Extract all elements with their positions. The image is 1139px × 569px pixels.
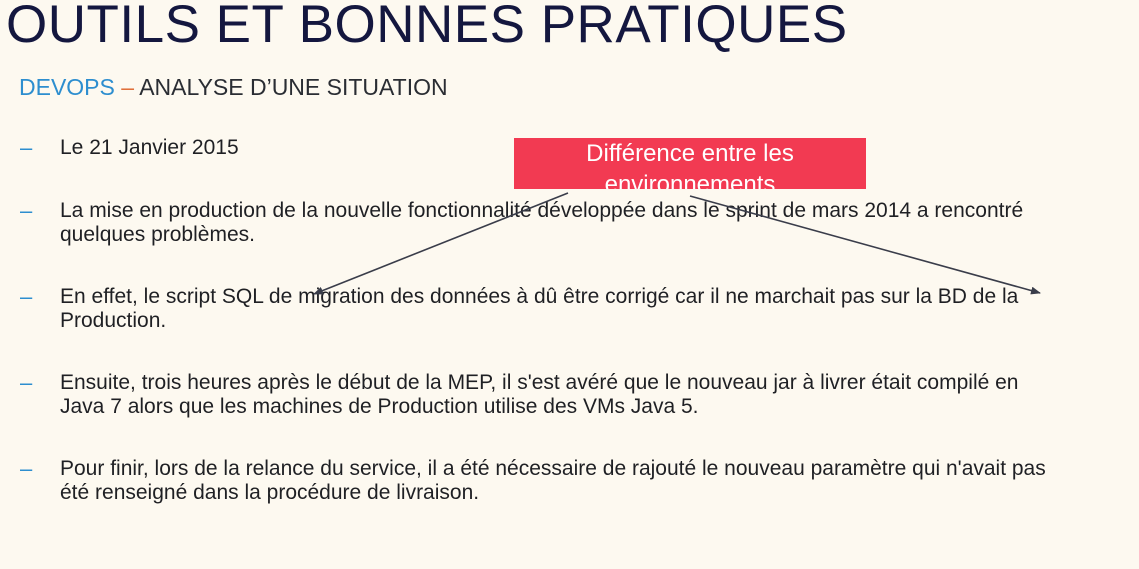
bullet-text: Ensuite, trois heures après le début de … (60, 371, 1019, 418)
bullet-marker: – (20, 198, 33, 223)
bullet-marker: – (20, 370, 33, 395)
bullet-marker: – (20, 456, 33, 481)
callout-box: Différence entre les environnements (514, 138, 866, 189)
bullet-list: – Le 21 Janvier 2015 – La mise en produc… (0, 0, 1139, 569)
bullet-text: En effet, le script SQL de migration des… (60, 285, 1019, 332)
bullet-marker: – (20, 135, 33, 160)
bullet-marker: – (20, 284, 33, 309)
slide: OUTILS ET BONNES PRATIQUES DEVOPS – ANAL… (0, 0, 1139, 569)
bullet-text: La mise en production de la nouvelle fon… (60, 199, 1024, 246)
callout-text: Différence entre les environnements (586, 140, 794, 189)
bullet-text: Pour finir, lors de la relance du servic… (60, 457, 1046, 504)
